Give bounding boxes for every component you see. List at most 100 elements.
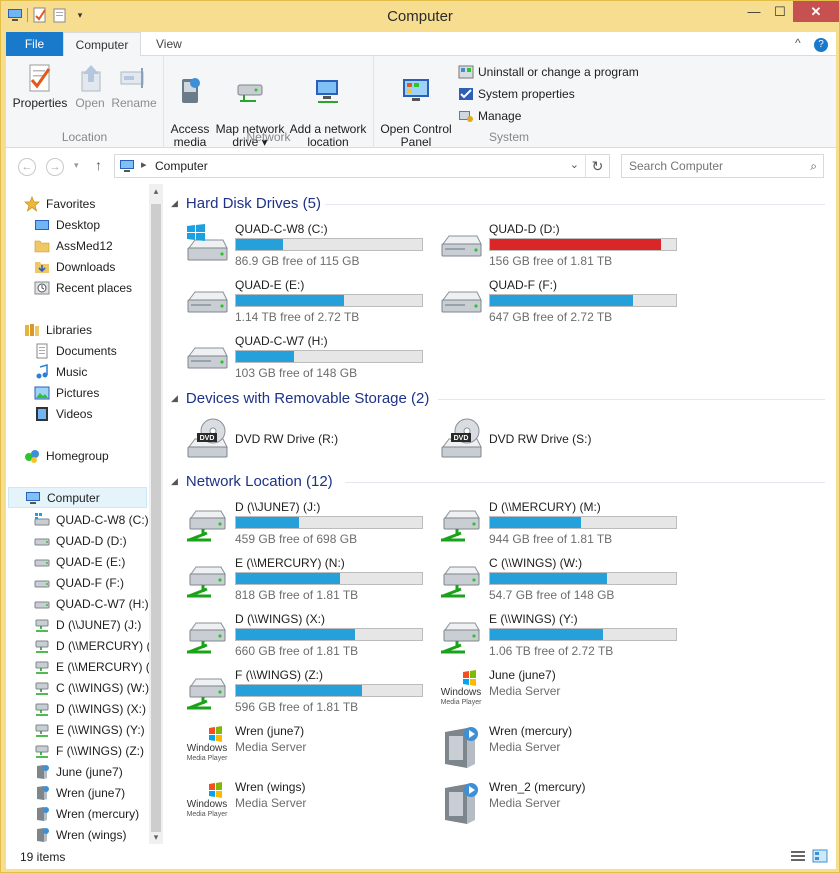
drive-tile[interactable]: QUAD-E (E:) 1.14 TB free of 2.72 TB	[183, 278, 433, 328]
nav-computer-item[interactable]: E (\\MERCURY) (	[34, 656, 163, 677]
nav-computer-item[interactable]: Wren (june7)	[34, 782, 163, 803]
group-heading-removable[interactable]: ◢ Devices with Removable Storage (2)	[171, 390, 429, 407]
nav-homegroup[interactable]: Homegroup	[24, 445, 163, 466]
network-drive-tile[interactable]: C (\\WINGS) (W:) 54.7 GB free of 148 GB	[437, 556, 687, 606]
search-icon[interactable]: ⌕	[810, 159, 817, 174]
media-server-tile[interactable]: Windows Media Player Wren (wings) Media Ser…	[183, 780, 433, 830]
chevron-right-icon[interactable]: ▸	[141, 158, 147, 171]
nav-favorite-item[interactable]: Downloads	[34, 256, 163, 277]
nav-computer-item[interactable]: D (\\MERCURY) (	[34, 635, 163, 656]
nav-computer-item[interactable]: D (\\WINGS) (X:)	[34, 698, 163, 719]
media-server-tile[interactable]: Windows Media Player June (june7) Media Ser…	[437, 668, 687, 718]
group-heading-network[interactable]: ◢ Network Location (12)	[171, 473, 333, 490]
nav-libraries[interactable]: Libraries	[24, 319, 163, 340]
search-box[interactable]: ⌕	[621, 154, 824, 178]
nav-computer-item[interactable]: D (\\JUNE7) (J:)	[34, 614, 163, 635]
uninstall-program-button[interactable]: Uninstall or change a program	[458, 64, 639, 80]
network-drive-tile[interactable]: D (\\WINGS) (X:) 660 GB free of 1.81 TB	[183, 612, 433, 662]
nav-computer-item[interactable]: C (\\WINGS) (W:)	[34, 677, 163, 698]
scroll-thumb[interactable]	[151, 204, 161, 832]
properties-icon[interactable]	[32, 7, 48, 23]
scroll-up-icon[interactable]: ▴	[149, 184, 163, 198]
wmp-logo-line2: Media Player	[186, 811, 228, 818]
nav-computer-item-label: D (\\JUNE7) (J:)	[56, 617, 142, 632]
nav-computer-item[interactable]: E (\\WINGS) (Y:)	[34, 719, 163, 740]
scroll-down-icon[interactable]: ▾	[149, 830, 163, 844]
network-drive-tile[interactable]: E (\\WINGS) (Y:) 1.06 TB free of 2.72 TB	[437, 612, 687, 662]
nav-favorite-item[interactable]: Desktop	[34, 214, 163, 235]
nav-computer[interactable]: Computer	[8, 487, 147, 508]
collapse-arrow-icon[interactable]: ◢	[171, 476, 178, 487]
media-server-tile[interactable]: Wren_2 (mercury) Media Server	[437, 780, 687, 830]
minimize-button[interactable]: —	[741, 1, 767, 22]
divider	[438, 399, 825, 400]
breadcrumb-computer[interactable]: Computer	[155, 159, 208, 173]
nav-favorite-item[interactable]: Recent places	[34, 277, 163, 298]
close-button[interactable]: ✕	[793, 1, 839, 22]
group-heading-hdd[interactable]: ◢ Hard Disk Drives (5)	[171, 195, 321, 212]
rename-button[interactable]: Rename	[110, 62, 158, 110]
nav-library-item[interactable]: Pictures	[34, 382, 163, 403]
media-server-tile[interactable]: Windows Media Player Wren (june7) Media Ser…	[183, 724, 433, 774]
capacity-bar-fill	[490, 629, 604, 640]
dvd-drive-tile[interactable]: DVD DVD RW Drive (R:)	[183, 417, 433, 467]
properties-button[interactable]: Properties	[12, 62, 68, 110]
search-input[interactable]	[629, 156, 799, 176]
network-drive-tile[interactable]: D (\\MERCURY) (M:) 944 GB free of 1.81 TB	[437, 500, 687, 550]
dvd-drive-tile[interactable]: DVD DVD RW Drive (S:)	[437, 417, 687, 467]
tab-file[interactable]: File	[6, 32, 63, 56]
nav-computer-item[interactable]: QUAD-E (E:)	[34, 551, 163, 572]
network-drive-icon	[437, 500, 485, 548]
drive-tile[interactable]: QUAD-C-W7 (H:) 103 GB free of 148 GB	[183, 334, 433, 384]
help-button[interactable]: ?	[814, 38, 828, 52]
nav-computer-item[interactable]: June (june7)	[34, 761, 163, 782]
tab-computer[interactable]: Computer	[63, 32, 141, 57]
explorer-window: ▾ Computer — ☐ ✕ File Computer View ^ ? …	[0, 0, 840, 873]
computer-icon[interactable]	[7, 7, 23, 23]
maximize-button[interactable]: ☐	[767, 1, 793, 22]
nav-computer-item[interactable]: Wren (wings)	[34, 824, 163, 844]
recent-locations-icon[interactable]: ▾	[74, 160, 79, 171]
nav-computer-item[interactable]: QUAD-F (F:)	[34, 572, 163, 593]
open-button[interactable]: Open	[72, 62, 108, 110]
manage-button[interactable]: Manage	[458, 108, 521, 124]
access-media-button[interactable]: Access media ▾	[170, 62, 210, 162]
up-button[interactable]: ↑	[95, 157, 102, 173]
nav-library-item[interactable]: Music	[34, 361, 163, 382]
dvd-drive-icon: DVD	[437, 417, 485, 465]
refresh-button[interactable]: ↻	[585, 155, 609, 177]
nav-computer-item[interactable]: QUAD-C-W7 (H:)	[34, 593, 163, 614]
customize-toolbar-icon[interactable]: ▾	[72, 7, 88, 23]
forward-button[interactable]: →	[46, 158, 64, 176]
media-server-tile[interactable]: Wren (mercury) Media Server	[437, 724, 687, 774]
tile-name: F (\\WINGS) (Z:)	[235, 668, 323, 682]
network-drive-tile[interactable]: D (\\JUNE7) (J:) 459 GB free of 698 GB	[183, 500, 433, 550]
tab-view[interactable]: View	[146, 32, 192, 56]
address-bar[interactable]: ▸ Computer ⌄ ↻	[114, 154, 610, 178]
details-view-icon[interactable]	[790, 849, 806, 863]
collapse-arrow-icon[interactable]: ◢	[171, 198, 178, 209]
nav-library-item[interactable]: Videos	[34, 403, 163, 424]
nav-computer-item[interactable]: F (\\WINGS) (Z:)	[34, 740, 163, 761]
network-drive-tile[interactable]: F (\\WINGS) (Z:) 596 GB free of 1.81 TB	[183, 668, 433, 718]
collapse-arrow-icon[interactable]: ◢	[171, 393, 178, 404]
nav-computer-item[interactable]: QUAD-D (D:)	[34, 530, 163, 551]
nav-computer-item[interactable]: Wren (mercury)	[34, 803, 163, 824]
new-folder-icon[interactable]	[52, 7, 68, 23]
nav-favorite-item[interactable]: AssMed12	[34, 235, 163, 256]
system-properties-button[interactable]: System properties	[458, 86, 575, 102]
minimize-ribbon-button[interactable]: ^	[795, 36, 801, 50]
nav-library-item[interactable]: Documents	[34, 340, 163, 361]
nav-computer-item[interactable]: QUAD-C-W8 (C:)	[34, 509, 163, 530]
network-drive-tile[interactable]: E (\\MERCURY) (N:) 818 GB free of 1.81 TB	[183, 556, 433, 606]
nav-favorites[interactable]: Favorites	[24, 193, 163, 214]
drive-tile[interactable]: QUAD-D (D:) 156 GB free of 1.81 TB	[437, 222, 687, 272]
chevron-down-icon[interactable]: ⌄	[570, 158, 579, 171]
nav-scrollbar[interactable]: ▴ ▾	[149, 184, 163, 844]
status-bar: 19 items	[6, 844, 836, 869]
drive-tile[interactable]: QUAD-F (F:) 647 GB free of 2.72 TB	[437, 278, 687, 328]
nav-computer-item-label: June (june7)	[56, 764, 123, 779]
tiles-view-icon[interactable]	[812, 849, 828, 863]
back-button[interactable]: ←	[18, 158, 36, 176]
drive-tile[interactable]: QUAD-C-W8 (C:) 86.9 GB free of 115 GB	[183, 222, 433, 272]
